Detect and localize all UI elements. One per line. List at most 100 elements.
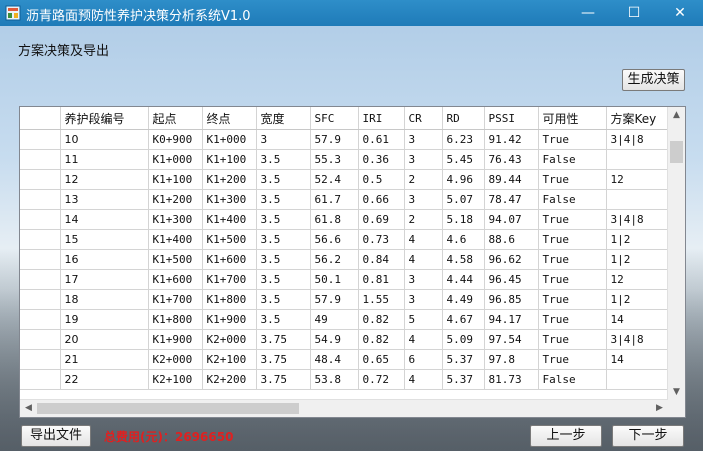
column-header[interactable]: CR (404, 107, 443, 130)
table-row[interactable]: 19 K1+800 K1+900 3.5 49 0.82 5 4.67 94.17 True 14 (20, 309, 669, 330)
scroll-left-icon[interactable]: ◀ (20, 403, 37, 413)
table-row[interactable]: 11 K1+000 K1+100 3.5 55.3 0.36 3 5.45 76.43 False (20, 149, 669, 170)
table-cell[interactable]: 50.1 (310, 269, 359, 290)
table-cell[interactable]: 3.5 (256, 149, 311, 170)
column-header[interactable]: 养护段编号 (60, 107, 149, 130)
table-cell[interactable]: 89.44 (484, 169, 539, 190)
table-cell[interactable]: 96.45 (484, 269, 539, 290)
table-cell[interactable]: 5.07 (442, 189, 485, 210)
table-cell[interactable]: 52.4 (310, 169, 359, 190)
column-header[interactable]: RD (442, 107, 485, 130)
table-cell[interactable]: 0.82 (358, 309, 405, 330)
table-cell[interactable]: 4.58 (442, 249, 485, 270)
table-cell[interactable]: False (538, 189, 607, 210)
row-header-cell[interactable] (20, 129, 61, 150)
horizontal-scroll-thumb[interactable] (37, 403, 299, 414)
row-header-cell[interactable] (20, 169, 61, 190)
table-cell[interactable]: 0.69 (358, 209, 405, 230)
table-cell[interactable]: True (538, 269, 607, 290)
table-cell[interactable]: 14 (606, 349, 669, 370)
table-cell[interactable]: K1+800 (202, 289, 257, 310)
table-cell[interactable]: K1+400 (148, 229, 203, 250)
table-cell[interactable]: 97.8 (484, 349, 539, 370)
table-cell[interactable]: 57.9 (310, 289, 359, 310)
column-header[interactable]: 终点 (202, 107, 257, 130)
table-cell[interactable]: 18 (60, 289, 149, 310)
table-cell[interactable]: K1+800 (148, 309, 203, 330)
table-cell[interactable]: 0.5 (358, 169, 405, 190)
table-cell[interactable]: 11 (60, 149, 149, 170)
table-cell[interactable]: 3.5 (256, 269, 311, 290)
table-cell[interactable]: K1+200 (148, 189, 203, 210)
vertical-scroll-thumb[interactable] (670, 141, 683, 163)
minimize-button[interactable]: — (565, 0, 611, 26)
table-row[interactable]: 12 K1+100 K1+200 3.5 52.4 0.5 2 4.96 89.44 True 12 (20, 169, 669, 190)
column-header[interactable]: 方案Key (606, 107, 669, 130)
table-cell[interactable]: K1+600 (148, 269, 203, 290)
table-cell[interactable]: True (538, 169, 607, 190)
next-step-button[interactable]: 下一步 (612, 425, 684, 447)
table-cell[interactable]: 16 (60, 249, 149, 270)
table-row[interactable]: 22 K2+100 K2+200 3.75 53.8 0.72 4 5.37 81.73 Fals… (20, 369, 669, 390)
table-row[interactable]: 17 K1+600 K1+700 3.5 50.1 0.81 3 4.44 96.45 True 1… (20, 269, 669, 290)
table-cell[interactable]: K1+300 (202, 189, 257, 210)
table-cell[interactable]: True (538, 289, 607, 310)
data-grid[interactable]: 养护段编号 起点 终点 宽度 SFC IRI CR RD PSSI 可用性 方案Key 10 K0+9… (19, 106, 686, 418)
table-cell[interactable]: True (538, 349, 607, 370)
table-cell[interactable]: 3|4|8 (606, 329, 669, 350)
maximize-button[interactable]: ☐ (611, 0, 657, 26)
table-cell[interactable]: 3.5 (256, 309, 311, 330)
table-cell[interactable]: 5 (404, 309, 443, 330)
table-cell[interactable]: K2+100 (202, 349, 257, 370)
table-row[interactable]: 20 K1+900 K2+000 3.75 54.9 0.82 4 5.09 97.54 True… (20, 329, 669, 350)
row-header-cell[interactable] (20, 329, 61, 350)
table-cell[interactable]: 4 (404, 329, 443, 350)
table-cell[interactable]: 96.85 (484, 289, 539, 310)
table-row[interactable]: 18 K1+700 K1+800 3.5 57.9 1.55 3 4.49 96.85 True 1… (20, 289, 669, 310)
table-cell[interactable]: 3 (404, 269, 443, 290)
table-cell[interactable]: K1+000 (148, 149, 203, 170)
table-cell[interactable]: 19 (60, 309, 149, 330)
table-cell[interactable]: 4.6 (442, 229, 485, 250)
table-cell[interactable]: 4 (404, 369, 443, 390)
table-cell[interactable]: K1+700 (148, 289, 203, 310)
table-cell[interactable]: 22 (60, 369, 149, 390)
table-cell[interactable]: 55.3 (310, 149, 359, 170)
table-cell[interactable]: 0.61 (358, 129, 405, 150)
table-cell[interactable]: 3 (404, 189, 443, 210)
table-cell[interactable]: 17 (60, 269, 149, 290)
table-row[interactable]: 13 K1+200 K1+300 3.5 61.7 0.66 3 5.07 78.47 False (20, 189, 669, 210)
scroll-down-icon[interactable]: ▼ (668, 387, 685, 397)
table-cell[interactable]: 15 (60, 229, 149, 250)
column-header[interactable]: IRI (358, 107, 405, 130)
table-cell[interactable]: 1|2 (606, 229, 669, 250)
table-cell[interactable]: 12 (606, 169, 669, 190)
table-cell[interactable]: 21 (60, 349, 149, 370)
table-cell[interactable]: True (538, 209, 607, 230)
table-cell[interactable]: K1+300 (148, 209, 203, 230)
table-cell[interactable]: 3 (404, 129, 443, 150)
table-cell[interactable]: 3 (404, 149, 443, 170)
row-header-cell[interactable] (20, 269, 61, 290)
row-header-cell[interactable] (20, 209, 61, 230)
table-cell[interactable]: 3 (404, 289, 443, 310)
table-cell[interactable]: K1+100 (148, 169, 203, 190)
table-cell[interactable]: True (538, 329, 607, 350)
table-cell[interactable]: 3.5 (256, 229, 311, 250)
table-cell[interactable]: 3.75 (256, 369, 311, 390)
table-cell[interactable] (606, 149, 669, 170)
table-cell[interactable]: K1+700 (202, 269, 257, 290)
table-cell[interactable]: 96.62 (484, 249, 539, 270)
table-cell[interactable]: 0.72 (358, 369, 405, 390)
table-cell[interactable]: 5.37 (442, 349, 485, 370)
table-cell[interactable]: 13 (60, 189, 149, 210)
table-cell[interactable]: 1.55 (358, 289, 405, 310)
table-cell[interactable]: 91.42 (484, 129, 539, 150)
table-cell[interactable]: 3.5 (256, 249, 311, 270)
table-cell[interactable]: 0.73 (358, 229, 405, 250)
row-header-cell[interactable] (20, 149, 61, 170)
table-cell[interactable]: 0.84 (358, 249, 405, 270)
close-button[interactable]: ✕ (657, 0, 703, 26)
column-header[interactable]: SFC (310, 107, 359, 130)
table-cell[interactable]: 0.66 (358, 189, 405, 210)
